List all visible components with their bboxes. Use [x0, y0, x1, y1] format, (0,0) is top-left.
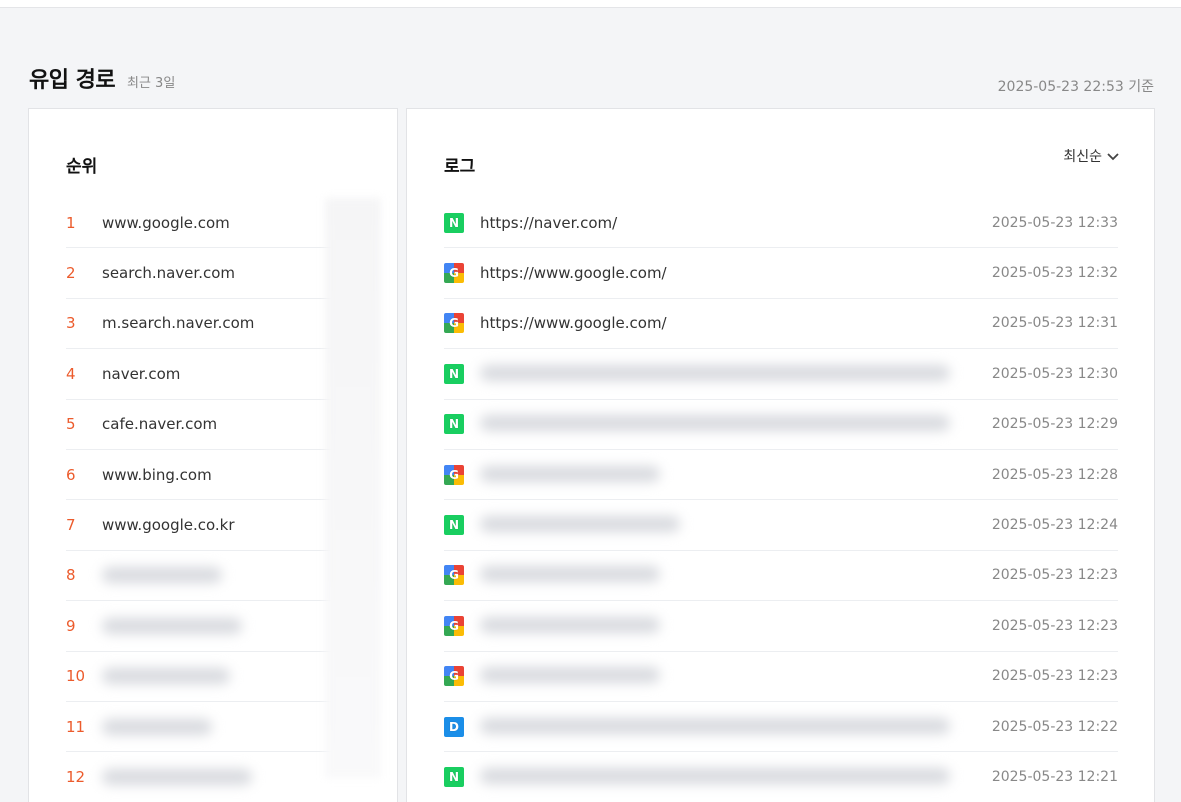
rank-number: 3	[66, 314, 76, 333]
naver-icon: N	[444, 414, 464, 435]
rank-row[interactable]: 5 cafe.naver.com	[66, 400, 360, 450]
rank-row[interactable]: 4 naver.com	[66, 349, 360, 400]
rank-row[interactable]: 12	[66, 752, 360, 802]
log-url-blurred	[480, 651, 958, 701]
log-timestamp: 2025-05-23 12:23	[991, 567, 1118, 584]
rank-list: 1 www.google.com 2 search.naver.com 3 m.searc…	[66, 198, 360, 802]
google-icon: G	[444, 263, 464, 284]
log-row[interactable]: Nhttps://naver.com/2025-05-23 12:33	[444, 198, 1118, 249]
rank-number: 12	[66, 767, 86, 786]
log-row[interactable]: Ghttps://www.google.com/2025-05-23 12:31	[444, 299, 1118, 350]
log-timestamp: 2025-05-23 12:30	[991, 365, 1118, 382]
rank-domain: www.bing.com	[102, 465, 212, 484]
log-timestamp: 2025-05-23 12:28	[991, 466, 1118, 483]
rank-domain: cafe.naver.com	[102, 415, 218, 434]
rank-number: 1	[66, 213, 76, 232]
rank-row[interactable]: 6 www.bing.com	[66, 450, 360, 501]
log-url-blurred	[480, 500, 958, 550]
rank-row[interactable]: 7 www.google.co.kr	[66, 500, 360, 551]
log-timestamp: 2025-05-23 12:23	[991, 617, 1118, 634]
log-row[interactable]: N 2025-05-23 12:29	[444, 400, 1118, 450]
log-panel-title: 로그	[444, 157, 476, 177]
log-url-blurred	[480, 450, 958, 500]
log-timestamp: 2025-05-23 12:31	[991, 315, 1118, 332]
rank-domain-blurred	[102, 668, 230, 685]
rank-number: 8	[66, 566, 76, 585]
rank-domain-blurred	[102, 567, 222, 584]
log-row[interactable]: G 2025-05-23 12:28	[444, 450, 1118, 501]
rank-number: 5	[66, 415, 76, 434]
rank-domain-blurred	[102, 718, 212, 735]
log-timestamp: 2025-05-23 12:33	[991, 214, 1118, 231]
log-panel: 로그 최신순 Nhttps://naver.com/2025-05-23 12:…	[406, 108, 1155, 802]
log-url-blurred	[480, 550, 958, 600]
rank-domain: www.google.com	[102, 213, 230, 232]
google-icon: G	[444, 565, 464, 586]
sort-dropdown[interactable]: 최신순	[1063, 146, 1120, 166]
rank-domain: m.search.naver.com	[102, 314, 255, 333]
google-icon: G	[444, 464, 464, 485]
rank-number: 6	[66, 465, 76, 484]
log-row[interactable]: N 2025-05-23 12:21	[444, 752, 1118, 802]
rank-domain: www.google.co.kr	[102, 516, 235, 535]
log-timestamp: 2025-05-23 12:24	[991, 517, 1118, 534]
log-url-blurred	[480, 349, 958, 399]
naver-icon: N	[444, 363, 464, 384]
rank-count-column-blurred	[325, 198, 381, 778]
log-url-blurred	[480, 752, 958, 802]
rank-domain-blurred	[102, 617, 242, 634]
page-title: 유입 경로	[29, 68, 116, 93]
rank-number: 2	[66, 264, 76, 283]
rank-row[interactable]: 1 www.google.com	[66, 198, 360, 249]
google-icon: G	[444, 615, 464, 636]
naver-icon: N	[444, 212, 464, 233]
log-row[interactable]: G 2025-05-23 12:23	[444, 601, 1118, 652]
log-timestamp: 2025-05-23 12:23	[991, 668, 1118, 685]
google-icon: G	[444, 313, 464, 334]
sort-label: 최신순	[1063, 149, 1102, 165]
log-row[interactable]: N 2025-05-23 12:24	[444, 500, 1118, 551]
log-url[interactable]: https://www.google.com/	[480, 264, 958, 282]
naver-icon: N	[444, 515, 464, 536]
rank-row[interactable]: 10	[66, 652, 360, 702]
rank-number: 7	[66, 516, 76, 535]
rank-row[interactable]: 8	[66, 551, 360, 602]
daum-icon: D	[444, 716, 464, 737]
log-row[interactable]: D 2025-05-23 12:22	[444, 702, 1118, 753]
rank-number: 4	[66, 364, 76, 383]
as-of-timestamp: 2025-05-23 22:53 기준	[997, 79, 1154, 95]
rank-row[interactable]: 9	[66, 601, 360, 652]
log-row[interactable]: Ghttps://www.google.com/2025-05-23 12:32	[444, 248, 1118, 299]
top-bar	[0, 0, 1181, 8]
log-url-blurred	[480, 601, 958, 651]
rank-row[interactable]: 2 search.naver.com	[66, 248, 360, 299]
rank-panel-title: 순위	[66, 157, 98, 177]
rank-row[interactable]: 11	[66, 702, 360, 753]
log-url-blurred	[480, 702, 958, 752]
log-url[interactable]: https://www.google.com/	[480, 314, 958, 332]
rank-domain: search.naver.com	[102, 264, 235, 283]
log-url[interactable]: https://naver.com/	[480, 214, 958, 232]
naver-icon: N	[444, 766, 464, 787]
log-row[interactable]: G 2025-05-23 12:23	[444, 652, 1118, 702]
page-subtitle: 최근 3일	[127, 76, 176, 91]
chevron-down-icon	[1107, 153, 1119, 161]
google-icon: G	[444, 666, 464, 687]
log-list: Nhttps://naver.com/2025-05-23 12:33 Ghttp…	[444, 198, 1118, 802]
rank-number: 10	[66, 667, 86, 686]
log-timestamp: 2025-05-23 12:32	[991, 265, 1118, 282]
log-url-blurred	[480, 399, 958, 449]
rank-domain: naver.com	[102, 364, 181, 383]
log-row[interactable]: N 2025-05-23 12:30	[444, 349, 1118, 400]
log-timestamp: 2025-05-23 12:22	[991, 718, 1118, 735]
log-timestamp: 2025-05-23 12:21	[991, 768, 1118, 785]
rank-number: 9	[66, 616, 76, 635]
rank-domain-blurred	[102, 768, 252, 785]
log-row[interactable]: G 2025-05-23 12:23	[444, 550, 1118, 602]
log-timestamp: 2025-05-23 12:29	[991, 416, 1118, 433]
rank-row[interactable]: 3 m.search.naver.com	[66, 299, 360, 350]
rank-number: 11	[66, 717, 86, 736]
